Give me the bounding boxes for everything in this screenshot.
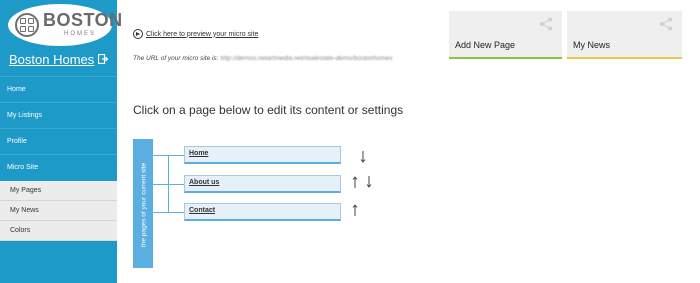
logout-icon[interactable] <box>98 54 108 64</box>
site-url-prefix: The URL of your micro site is: <box>133 55 221 62</box>
logo-emblem-icon <box>15 13 39 37</box>
nav-item-home[interactable]: Home <box>0 76 117 102</box>
tree-connector <box>153 184 184 185</box>
share-icon <box>660 17 672 31</box>
add-new-page-tile[interactable]: Add New Page <box>449 11 562 59</box>
move-down-icon[interactable] <box>366 176 372 188</box>
nav-item-my-listings[interactable]: My Listings <box>0 102 117 128</box>
add-new-page-label: Add New Page <box>455 40 516 50</box>
subnav-item-colors[interactable]: Colors <box>0 221 117 241</box>
subnav-item-my-news[interactable]: My News <box>0 201 117 221</box>
sidebar: BOSTON HOMES Boston Homes Home My Listin… <box>0 0 122 283</box>
nav-item-profile[interactable]: Profile <box>0 128 117 154</box>
page-row-about-us[interactable]: About us <box>184 175 341 193</box>
my-news-tile[interactable]: My News <box>567 11 682 59</box>
my-news-label: My News <box>573 40 611 50</box>
site-url-value[interactable]: http://demos.netartmedia.net/realestate-… <box>220 55 392 62</box>
logo-subtext: HOMES <box>64 31 97 37</box>
tile-accent-bar <box>449 57 562 59</box>
share-icon <box>540 17 552 31</box>
site-pages-vertical-label: the pages of your current site <box>140 162 148 248</box>
preview-row: Click here to preview your micro site <box>133 28 258 40</box>
move-down-icon[interactable] <box>360 151 366 163</box>
logo-text: BOSTON <box>43 10 123 30</box>
page-link-home[interactable]: Home <box>189 150 208 157</box>
nav-item-micro-site[interactable]: Micro Site <box>0 154 117 180</box>
site-name-link[interactable]: Boston Homes <box>9 52 94 67</box>
site-url-text: The URL of your micro site is: http://de… <box>133 53 403 64</box>
tree-connector <box>153 212 184 213</box>
logo[interactable]: BOSTON HOMES <box>8 4 122 46</box>
page-row-home[interactable]: Home <box>184 146 341 164</box>
page-row-contact[interactable]: Contact <box>184 203 341 221</box>
play-circle-icon[interactable] <box>133 29 143 39</box>
page-link-contact[interactable]: Contact <box>189 207 215 214</box>
subnav-item-my-pages[interactable]: My Pages <box>0 181 117 201</box>
app-root: BOSTON HOMES Boston Homes Home My Listin… <box>0 0 700 283</box>
tile-accent-bar <box>567 57 682 59</box>
page-instruction: Click on a page below to edit its conten… <box>133 103 404 117</box>
move-up-icon[interactable] <box>352 204 358 216</box>
page-link-about-us[interactable]: About us <box>189 179 219 186</box>
move-up-icon[interactable] <box>352 176 358 188</box>
tree-connector <box>153 155 184 156</box>
preview-site-link[interactable]: Click here to preview your micro site <box>146 31 258 38</box>
